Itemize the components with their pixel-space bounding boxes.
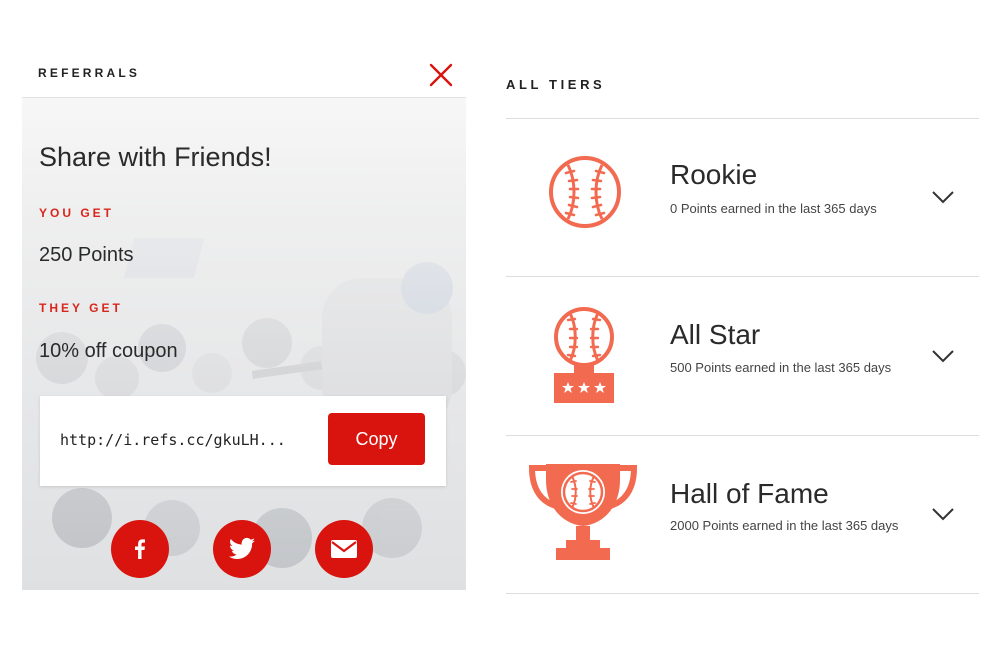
chevron-down-icon[interactable] (931, 189, 955, 205)
email-icon (331, 540, 357, 558)
referrals-header: REFERRALS (38, 62, 466, 98)
tier-row-hall-of-fame[interactable]: Hall of Fame 2000 Points earned in the l… (506, 436, 979, 593)
twitter-icon (229, 537, 255, 559)
close-button[interactable] (428, 62, 454, 88)
tier-row-rookie[interactable]: Rookie 0 Points earned in the last 365 d… (506, 119, 979, 276)
they-get-label: THEY GET (39, 301, 123, 315)
tier-name: All Star (670, 319, 761, 350)
tier-description: 2000 Points earned in the last 365 days (670, 518, 899, 533)
tier-name: Hall of Fame (670, 478, 829, 509)
you-get-value: 250 Points (39, 244, 134, 266)
tier-row-all-star[interactable]: All Star 500 Points earned in the last 3… (506, 277, 979, 434)
tier-description: 500 Points earned in the last 365 days (670, 360, 892, 375)
they-get-value: 10% off coupon (39, 340, 178, 362)
chevron-down-icon[interactable] (931, 348, 955, 364)
referral-link[interactable]: http://i.refs.cc/gkuLH... (60, 431, 322, 449)
referral-card: Share with Friends! YOU GET 250 Points T… (22, 98, 466, 590)
baseball-icon (549, 156, 621, 228)
tier-name: Rookie (670, 159, 758, 190)
copy-button[interactable]: Copy (328, 413, 425, 465)
tiers-title: ALL TIERS (506, 77, 606, 92)
twitter-share-button[interactable] (213, 520, 271, 578)
email-share-button[interactable] (315, 520, 373, 578)
referral-link-box: http://i.refs.cc/gkuLH... Copy (40, 396, 446, 486)
baseball-cup-icon (528, 464, 638, 560)
close-icon (429, 63, 453, 87)
facebook-share-button[interactable] (111, 520, 169, 578)
tier-description: 0 Points earned in the last 365 days (670, 201, 877, 216)
baseball-trophy-icon (554, 307, 614, 403)
facebook-icon (135, 539, 145, 559)
share-heading: Share with Friends! (39, 142, 272, 172)
referrals-title: REFERRALS (38, 66, 141, 80)
tier-divider (506, 593, 979, 594)
chevron-down-icon[interactable] (931, 506, 955, 522)
you-get-label: YOU GET (39, 206, 115, 220)
